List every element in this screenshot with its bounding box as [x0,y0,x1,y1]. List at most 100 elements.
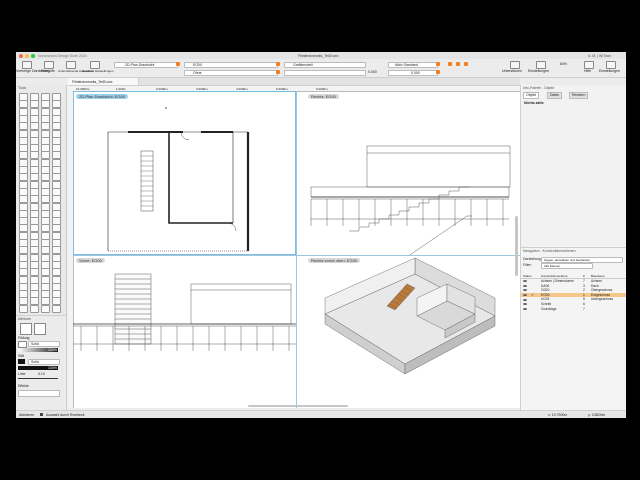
plan-inner-room [201,131,234,223]
pen-opacity-bar[interactable]: 100% [18,366,58,370]
support-selection-icon[interactable] [66,61,76,69]
minimize-window-button[interactable] [25,53,29,58]
layer-dropdown-value: EG00 [193,63,202,67]
effects-field[interactable] [18,390,60,397]
fill-opacity-value: 100% [48,348,57,352]
offset-tool-icon[interactable] [30,304,39,313]
fillet-tool-icon[interactable] [52,195,61,204]
drafts-icon[interactable] [44,61,54,69]
ruler-tick-label: 1.000m [116,86,127,91]
column-tool-icon[interactable] [41,122,50,131]
line-preview [18,378,58,379]
user-name[interactable]: A. M. | WiTown [588,54,611,58]
polyline-tool-icon[interactable] [41,268,50,277]
visibility-eye-icon[interactable] [523,284,527,287]
scale-value[interactable]: 0.000 [368,70,377,74]
toolbar: Vorherige Darstellung Entwürfe Unterstüt… [16,59,626,78]
standard-dropdown[interactable]: Aktiv Standard [388,62,438,68]
layer-name: Grundlage [541,306,557,311]
pen-style-dropdown[interactable]: Solid [28,359,60,365]
trim-tool-icon[interactable] [41,195,50,204]
fill-opacity-bar[interactable]: 100% [18,348,58,352]
layer-row[interactable]: Grundlage 7 [521,307,626,311]
zoom-percent[interactable]: 84% [560,62,567,66]
layer-dropdown[interactable]: EG00 [184,62,278,68]
help-icon[interactable] [584,61,594,69]
obj-tab-rendern[interactable]: Rendern [569,92,589,99]
class-dropdown-chevron-icon[interactable] [276,70,280,74]
pen-color-swatch[interactable] [18,359,25,364]
drafts-label: Entwürfe [41,69,55,73]
obj-status: Nichts aktiv [524,101,544,105]
vertical-scrollbar[interactable] [515,216,518,276]
visibility-eye-icon[interactable] [523,280,527,283]
support-label: Unterstützen [502,69,522,73]
standard-dropdown-chevron-icon[interactable] [436,62,440,66]
slab-tool-icon[interactable] [19,122,28,131]
view-dropdown-value: 2D-Plan Draufsicht [125,63,155,67]
status-y: y: 3.8500m [588,413,606,417]
snap-2-icon[interactable] [456,62,460,66]
elev-right-upper-wall [366,145,511,188]
snap-icon[interactable] [448,62,452,66]
zoom-window-button[interactable] [31,53,35,58]
polygon-tool-icon[interactable] [52,268,61,277]
fillet-tool-icon[interactable] [52,304,61,313]
tools-title: Tools [18,86,27,90]
nav-filter-value: Alle Ebenen [544,264,561,268]
view-dropdown[interactable]: 2D-Plan Draufsicht [114,62,178,68]
class-dropdown-value: Ohne [193,71,202,75]
plan-view-drawing [107,107,250,252]
fill-style-dropdown[interactable]: Solid [28,341,60,347]
ruler-tick-label: 3.0000m [196,86,208,91]
nav-title: Navigation - Konstruktionsebenen [523,249,576,253]
close-window-button[interactable] [19,53,23,58]
visibility-eye-icon[interactable] [523,303,527,306]
selection-mode-icon [40,413,43,416]
zoom-field[interactable]: 0.000 [388,70,438,76]
class-dropdown[interactable]: Ohne [184,70,278,76]
obj-tab-daten[interactable]: Daten [547,92,563,99]
move-tool-icon[interactable] [19,195,28,204]
view-dropdown-chevron-icon[interactable] [176,62,180,66]
preferences-icon[interactable] [606,61,616,69]
fill-color-swatch[interactable] [18,341,27,348]
space-tool-icon[interactable] [52,122,61,131]
nav-filter-label: Filter: [523,263,532,267]
ruler-tick-label: 10.0000m [76,86,90,91]
support-icon[interactable] [510,61,520,69]
arc-tool-icon[interactable] [30,268,39,277]
plan-door-swing-2 [180,131,190,141]
settings-icon[interactable] [536,61,546,69]
roof-tool-icon[interactable] [30,122,39,131]
obj-tab-objekt[interactable]: Objekt [523,92,540,99]
visibility-eye-icon[interactable] [523,298,527,301]
document-tab[interactable]: Filmlectorworks_Teil3.vwx [68,78,139,85]
plan-inner-wall [168,132,233,224]
layer-dropdown-chevron-icon[interactable] [276,62,280,66]
right-panel: Info-Palette - Objekt Objekt Daten Rende… [520,85,626,411]
navigation-palette: Navigation - Konstruktionsebenen Darstel… [521,247,626,411]
ruler-tick-label: 6.0000m [316,86,328,91]
drawing-dropdown[interactable]: Grafikmodell [284,62,366,68]
horizontal-scrollbar[interactable] [248,405,348,407]
circle-tool-icon[interactable] [19,268,28,277]
previous-view-icon[interactable] [22,61,32,69]
offset-tool-icon[interactable] [30,195,39,204]
visibility-eye-icon[interactable] [523,289,527,292]
trim-tool-icon[interactable] [41,304,50,313]
drawing-dropdown-2[interactable] [284,70,366,76]
status-x: x: 19.7500m [548,413,568,417]
all-views-icon[interactable] [90,61,100,69]
pen-preview[interactable] [34,323,46,335]
nav-filter-dropdown[interactable]: Alle Ebenen [541,263,593,269]
snap-3-icon[interactable] [464,62,468,66]
drawing-area[interactable]: 10.0000m 1.000m 2.0000m 3.0000m 4.0000m 5.000… [68,86,520,408]
visibility-eye-icon[interactable] [523,307,527,310]
line-value[interactable]: 0.10 [38,372,45,376]
visibility-eye-icon[interactable] [523,293,527,296]
fill-preview[interactable] [20,323,32,335]
move-tool-icon[interactable] [19,304,28,313]
zoom-field-chevron-icon[interactable] [436,70,440,74]
drawing-dropdown-value: Grafikmodell [293,63,313,67]
